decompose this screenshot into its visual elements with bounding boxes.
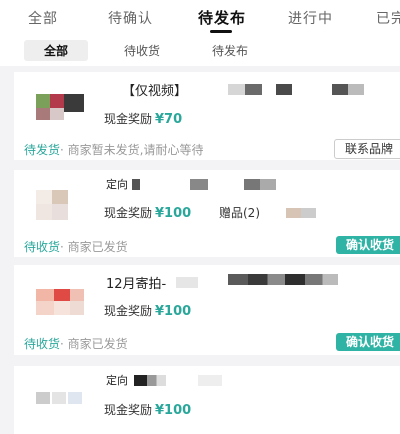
tab-all[interactable]: 全部: [28, 8, 58, 28]
product-thumbnail: [32, 281, 84, 317]
reward-label: 现金奖励: [104, 206, 153, 220]
tab-pending-confirm[interactable]: 待确认: [108, 8, 153, 28]
cash-reward: 现金奖励 ¥70: [104, 110, 182, 127]
order-title: 定向: [106, 374, 128, 387]
order-card[interactable]: 【仅视频】 现金奖励 ¥70 待发货· 商家暂未发货,请耐心等待 联系品牌: [14, 72, 400, 160]
status-tabs: 全部 待确认 待发布 进行中 已完: [0, 0, 400, 36]
order-title: 定向: [106, 178, 128, 191]
redacted-text: [244, 179, 276, 190]
product-thumbnail: [32, 382, 84, 418]
active-tab-indicator: [210, 30, 232, 33]
status-note: · 商家已发货: [60, 337, 128, 351]
reward-amount: ¥70: [155, 112, 183, 127]
cash-reward: 现金奖励 ¥100: [104, 204, 191, 221]
redacted-text: [176, 277, 198, 288]
subtab-to-publish[interactable]: 待发布: [212, 42, 248, 59]
confirm-receipt-button[interactable]: 确认收货: [335, 333, 400, 351]
reward-label: 现金奖励: [104, 112, 153, 126]
order-card[interactable]: 定向 现金奖励 ¥100 赠品(2) 待收货· 商家已发货 确认收货: [14, 170, 400, 257]
cash-reward: 现金奖励 ¥100: [104, 302, 191, 319]
contact-brand-button[interactable]: 联系品牌: [333, 139, 400, 159]
status-note: · 商家已发货: [60, 240, 128, 254]
subtab-to-receive[interactable]: 待收货: [124, 42, 160, 59]
cash-reward: 现金奖励 ¥100: [104, 401, 191, 418]
order-status: 待发货· 商家暂未发货,请耐心等待: [24, 141, 203, 158]
redacted-text: [134, 375, 166, 386]
status-label: 待收货: [24, 337, 61, 351]
redacted-text: [228, 84, 262, 95]
reward-label: 现金奖励: [104, 304, 153, 318]
reward-label: 现金奖励: [104, 403, 153, 417]
reward-amount: ¥100: [155, 206, 192, 221]
redacted-text: [190, 179, 208, 190]
tab-completed[interactable]: 已完: [376, 8, 400, 28]
order-status: 待收货· 商家已发货: [24, 335, 128, 352]
order-title: 12月寄拍-: [106, 277, 167, 292]
redacted-text: [132, 179, 140, 190]
product-thumbnail: [32, 186, 84, 222]
subtab-all[interactable]: 全部: [24, 40, 89, 61]
gift-image: [286, 208, 316, 218]
reward-amount: ¥100: [155, 403, 192, 418]
reward-amount: ¥100: [155, 304, 192, 319]
status-note: · 商家暂未发货,请耐心等待: [60, 143, 204, 157]
tab-pending-publish[interactable]: 待发布: [198, 7, 246, 28]
order-card[interactable]: 定向 现金奖励 ¥100: [14, 366, 400, 434]
gift-count: 赠品(2): [219, 206, 260, 220]
order-status: 待收货· 商家已发货: [24, 238, 128, 255]
redacted-text: [332, 84, 364, 95]
order-card[interactable]: 12月寄拍- 现金奖励 ¥100 待收货· 商家已发货 确认收货: [14, 265, 400, 355]
product-thumbnail: [32, 88, 84, 124]
order-title: 【仅视频】: [122, 84, 188, 99]
redacted-text: [228, 274, 338, 285]
status-label: 待收货: [24, 240, 61, 254]
sub-tabs: 全部 待收货 待发布: [0, 36, 400, 66]
redacted-text: [276, 84, 292, 95]
tab-in-progress[interactable]: 进行中: [288, 8, 333, 28]
confirm-receipt-button[interactable]: 确认收货: [335, 236, 400, 254]
redacted-text: [198, 375, 222, 386]
status-label: 待发货: [24, 143, 61, 157]
